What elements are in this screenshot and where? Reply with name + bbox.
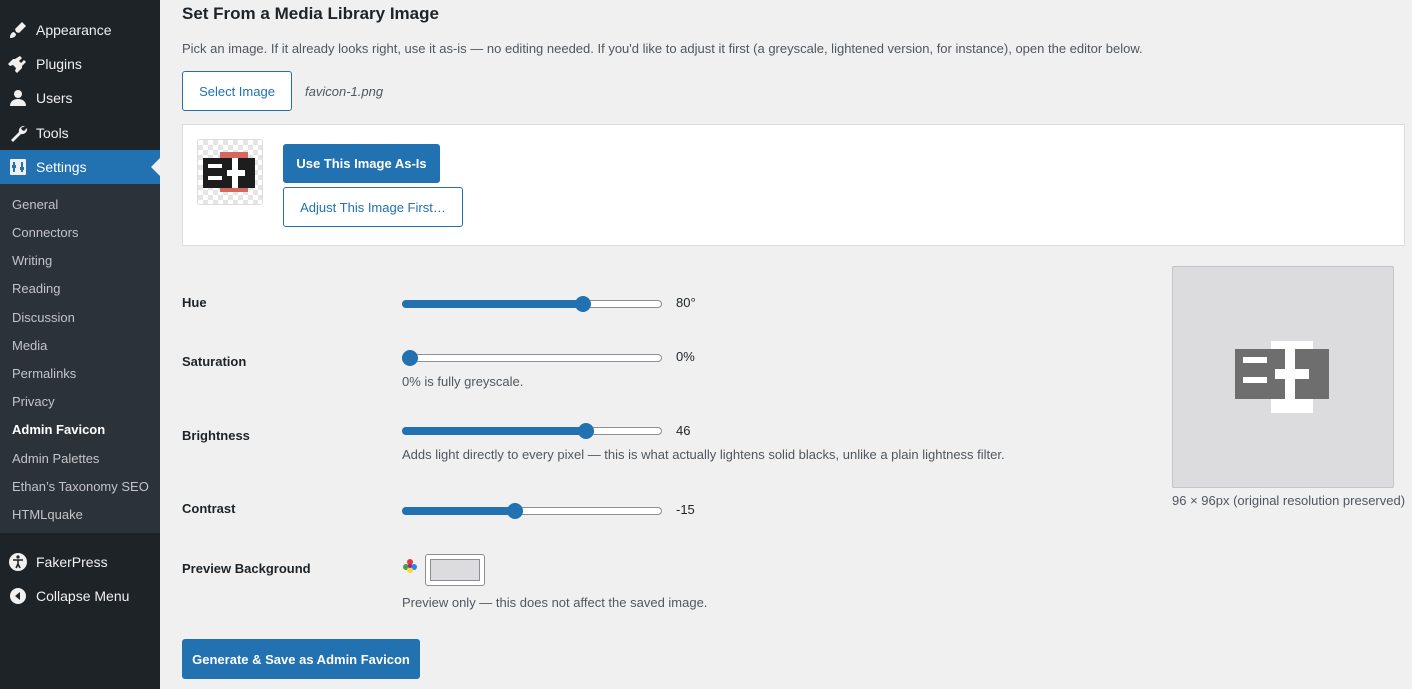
hue-label: Hue <box>182 295 207 310</box>
favicon-preview-image <box>1235 341 1329 413</box>
menu-label: Tools <box>36 125 69 141</box>
submenu-admin-favicon[interactable]: Admin Favicon <box>12 422 105 437</box>
saturation-help: 0% is fully greyscale. <box>402 374 524 389</box>
hue-value: 80° <box>676 295 696 310</box>
submenu-permalinks[interactable]: Permalinks <box>12 366 76 381</box>
color-picker-icon[interactable] <box>402 558 418 579</box>
menu-label: Users <box>36 90 73 106</box>
users-icon <box>0 88 36 108</box>
saturation-label: Saturation <box>182 354 247 369</box>
submenu-reading[interactable]: Reading <box>12 281 60 296</box>
menu-label: Plugins <box>36 56 82 72</box>
main-content: Set From a Media Library Image Pick an i… <box>182 0 1406 689</box>
submenu-htmlquake[interactable]: HTMLquake <box>12 507 83 522</box>
collapse-menu-button[interactable]: Collapse Menu <box>0 579 160 613</box>
select-image-button[interactable]: Select Image <box>182 71 292 111</box>
admin-sidebar: Appearance Plugins Users Tools Settings … <box>0 0 160 689</box>
preview-background-help: Preview only — this does not affect the … <box>402 595 708 610</box>
image-action-card: Use This Image As-Is Adjust This Image F… <box>182 124 1405 246</box>
menu-fakerpress[interactable]: FakerPress <box>0 545 160 579</box>
slider-handle[interactable] <box>402 350 418 366</box>
wrench-icon <box>0 123 36 143</box>
slider-fill <box>402 507 515 515</box>
section-description: Pick an image. If it already looks right… <box>182 41 1143 56</box>
selected-filename: favicon-1.png <box>305 84 384 99</box>
submenu-media[interactable]: Media <box>12 338 47 353</box>
slider-handle[interactable] <box>577 423 594 439</box>
saturation-slider[interactable] <box>402 350 662 366</box>
slider-handle[interactable] <box>506 503 523 519</box>
favicon-logo-image <box>203 152 255 192</box>
color-swatch <box>430 559 480 581</box>
saturation-value: 0% <box>676 349 695 364</box>
slider-handle[interactable] <box>575 296 592 312</box>
submenu-discussion[interactable]: Discussion <box>12 310 75 325</box>
submenu-taxonomy-seo[interactable]: Ethan’s Taxonomy SEO <box>12 479 149 494</box>
slider-fill <box>402 427 586 435</box>
submenu-connectors[interactable]: Connectors <box>12 225 78 240</box>
menu-label: Collapse Menu <box>36 588 130 604</box>
menu-appearance[interactable]: Appearance <box>0 13 160 47</box>
brightness-slider[interactable] <box>402 423 662 439</box>
plugin-icon <box>0 54 36 74</box>
slider-track <box>402 354 662 362</box>
preview-caption: 96 × 96px (original resolution preserved… <box>1172 493 1406 508</box>
menu-label: Settings <box>36 159 87 175</box>
contrast-label: Contrast <box>182 501 236 516</box>
submenu-privacy[interactable]: Privacy <box>12 394 55 409</box>
submenu-writing[interactable]: Writing <box>12 253 52 268</box>
contrast-value: -15 <box>676 502 695 517</box>
adjust-first-button[interactable]: Adjust This Image First… <box>283 187 463 227</box>
accessibility-icon <box>0 552 36 572</box>
contrast-slider[interactable] <box>402 503 662 519</box>
preview-background-color-button[interactable] <box>425 554 485 586</box>
use-as-is-button[interactable]: Use This Image As-Is <box>283 144 440 183</box>
submenu-admin-palettes[interactable]: Admin Palettes <box>12 451 99 466</box>
menu-users[interactable]: Users <box>0 81 160 115</box>
image-thumbnail <box>197 139 263 205</box>
generate-save-button[interactable]: Generate & Save as Admin Favicon <box>182 639 420 679</box>
hue-slider[interactable] <box>402 296 662 312</box>
menu-label: Appearance <box>36 22 112 38</box>
menu-tools[interactable]: Tools <box>0 116 160 150</box>
section-title: Set From a Media Library Image <box>182 4 439 23</box>
brightness-help: Adds light directly to every pixel — thi… <box>402 447 1005 462</box>
slider-fill <box>402 300 584 308</box>
collapse-icon <box>0 586 36 606</box>
menu-label: FakerPress <box>36 554 108 570</box>
settings-icon <box>0 157 36 177</box>
paintbrush-icon <box>0 20 36 40</box>
brightness-label: Brightness <box>182 428 250 443</box>
menu-plugins[interactable]: Plugins <box>0 47 160 81</box>
settings-submenu: General Connectors Writing Reading Discu… <box>0 184 160 533</box>
favicon-preview <box>1172 266 1394 488</box>
submenu-general[interactable]: General <box>12 197 58 212</box>
brightness-value: 46 <box>676 423 691 438</box>
menu-settings[interactable]: Settings <box>0 150 160 184</box>
preview-background-label: Preview Background <box>182 561 311 576</box>
